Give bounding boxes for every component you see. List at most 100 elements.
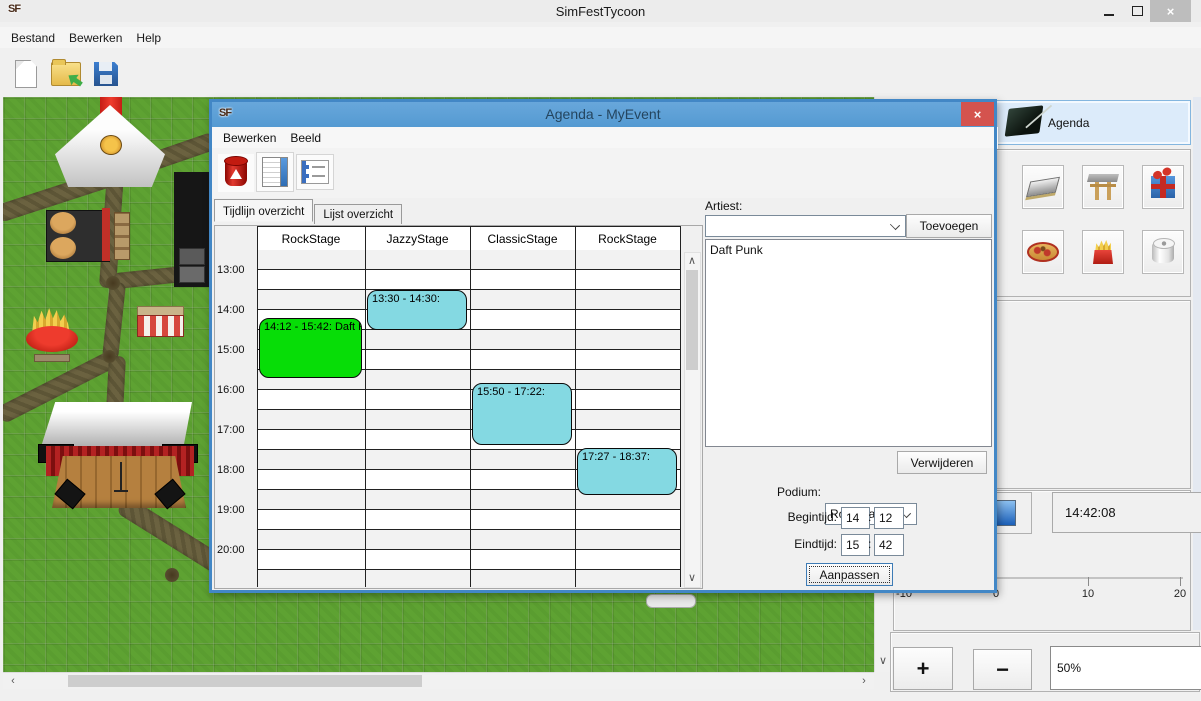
- item-button-toilet-roll[interactable]: [1142, 230, 1184, 274]
- column-header: RockStage: [575, 226, 680, 252]
- agenda-dialog: SF Agenda - MyEvent × BewerkenBeeld Tijd…: [209, 99, 997, 593]
- begin-time-label: Begintijd:: [753, 510, 837, 524]
- grid-row: [258, 530, 680, 550]
- speaker-rig[interactable]: [174, 172, 209, 287]
- tent-fragment: [646, 594, 696, 608]
- pizza-icon: [1027, 242, 1059, 262]
- zoom-value-field[interactable]: 50%: [1050, 646, 1201, 690]
- end-minute-field[interactable]: 42: [874, 534, 904, 556]
- column-header: RockStage: [257, 226, 365, 252]
- new-file-button[interactable]: [8, 54, 44, 94]
- slider-tick-label: 10: [1073, 588, 1103, 600]
- schedule-event[interactable]: 15:50 - 17:22:: [472, 383, 572, 444]
- column-header: JazzyStage: [365, 226, 470, 252]
- tab-0[interactable]: Tijdlijn overzicht: [214, 199, 313, 222]
- fries-stand[interactable]: [26, 308, 78, 360]
- maximize-icon: [1132, 6, 1143, 16]
- dialog-tabs: Tijdlijn overzichtLijst overzicht: [214, 201, 403, 224]
- delete-event-button[interactable]: [218, 154, 254, 192]
- grid-line: [257, 226, 258, 587]
- begin-hour-field[interactable]: 14: [841, 507, 870, 529]
- item-button-path-tile[interactable]: [1022, 165, 1064, 209]
- main-menu-item-1[interactable]: Bewerken: [62, 28, 129, 48]
- bench: [114, 212, 130, 260]
- item-button-pizza[interactable]: [1022, 230, 1064, 274]
- end-hour-field[interactable]: 15: [841, 534, 870, 556]
- artist-label: Artiest:: [705, 199, 742, 213]
- add-artist-button[interactable]: Toevoegen: [906, 214, 992, 238]
- item-button-gift[interactable]: [1142, 165, 1184, 209]
- list-view-button[interactable]: [296, 154, 334, 190]
- clock-panel: 14:42:08: [1052, 492, 1201, 533]
- scroll-down-icon[interactable]: ∨: [877, 655, 889, 667]
- grid-scrollbar[interactable]: ∧ ∨: [684, 252, 701, 588]
- scroll-left-icon[interactable]: ‹: [7, 675, 19, 687]
- time-label: 18:00: [217, 462, 255, 478]
- grid-scrollbar-thumb[interactable]: [686, 270, 698, 370]
- burger-stand[interactable]: [46, 208, 130, 262]
- tab-1[interactable]: Lijst overzicht: [314, 204, 402, 224]
- open-file-button[interactable]: [46, 52, 86, 96]
- dialog-menu-item-1[interactable]: Beeld: [283, 128, 328, 148]
- path-junction: [165, 568, 179, 582]
- grid-row: [258, 390, 680, 410]
- main-menu-item-2[interactable]: Help: [129, 28, 168, 48]
- grid-line: [575, 226, 576, 587]
- maximize-button[interactable]: [1124, 0, 1150, 22]
- agenda-button-label: Agenda: [1048, 116, 1089, 130]
- tent-logo-icon: [100, 135, 122, 155]
- dirt-path: [102, 281, 126, 360]
- panel-edge: [1193, 97, 1201, 630]
- scroll-right-icon[interactable]: ›: [858, 675, 870, 687]
- item-button-stage-frame[interactable]: [1082, 165, 1124, 209]
- grid-row: [258, 510, 680, 530]
- apply-button[interactable]: Aanpassen: [806, 563, 893, 586]
- striped-stand[interactable]: [137, 306, 184, 336]
- item-button-fries[interactable]: [1082, 230, 1124, 274]
- time-label: 13:00: [217, 262, 255, 278]
- zoom-in-button[interactable]: +: [893, 647, 953, 690]
- artist-list[interactable]: Daft Punk: [705, 239, 992, 447]
- scroll-up-icon[interactable]: ∧: [686, 255, 698, 267]
- timeline-view-button[interactable]: [256, 152, 294, 192]
- map-horizontal-scrollbar[interactable]: ‹ ›: [3, 672, 874, 689]
- dialog-toolbar: [212, 148, 994, 198]
- zoom-value: 50%: [1057, 661, 1081, 675]
- toilet-roll-icon: [1152, 241, 1174, 263]
- dialog-close-button[interactable]: ×: [961, 102, 994, 126]
- main-menu-item-0[interactable]: Bestand: [4, 28, 62, 48]
- grid-line: [680, 226, 681, 587]
- slider-tick-label: 20: [1165, 588, 1195, 600]
- open-folder-icon: [51, 62, 81, 86]
- schedule-event[interactable]: 17:27 - 18:37:: [577, 448, 677, 495]
- path-tile-icon: [1026, 177, 1060, 198]
- slider-tick: [1088, 577, 1089, 586]
- artist-select[interactable]: [705, 215, 906, 237]
- main-toolbar: [0, 48, 1201, 97]
- schedule-event[interactable]: 13:30 - 14:30:: [367, 290, 467, 330]
- grid-row: [258, 290, 680, 310]
- titlebar[interactable]: SF SimFestTycoon ×: [0, 0, 1201, 22]
- minimize-icon: [1104, 14, 1114, 16]
- mic-stand-base: [114, 490, 128, 492]
- grid-line: [470, 226, 471, 587]
- save-button[interactable]: [88, 54, 124, 94]
- zoom-out-button[interactable]: −: [973, 649, 1032, 690]
- time-label: 15:00: [217, 342, 255, 358]
- dialog-menu-item-0[interactable]: Bewerken: [216, 128, 283, 148]
- mic-stand: [120, 462, 122, 490]
- schedule-event-selected[interactable]: 14:12 - 15:42: Daft Punk: [259, 318, 362, 378]
- artist-list-item[interactable]: Daft Punk: [706, 240, 991, 259]
- dialog-menubar: BewerkenBeeld: [212, 127, 998, 149]
- grid-line: [365, 226, 366, 587]
- scroll-down-icon[interactable]: ∨: [686, 572, 698, 584]
- scrollbar-thumb[interactable]: [68, 675, 422, 687]
- end-time-label: Eindtijd:: [753, 537, 837, 551]
- grid-row: [258, 550, 680, 570]
- close-button[interactable]: ×: [1150, 0, 1191, 22]
- path-junction: [106, 276, 120, 290]
- remove-artist-button[interactable]: Verwijderen: [897, 451, 987, 474]
- main-stage[interactable]: [38, 400, 200, 510]
- minimize-button[interactable]: [1096, 0, 1122, 22]
- begin-minute-field[interactable]: 12: [874, 507, 904, 529]
